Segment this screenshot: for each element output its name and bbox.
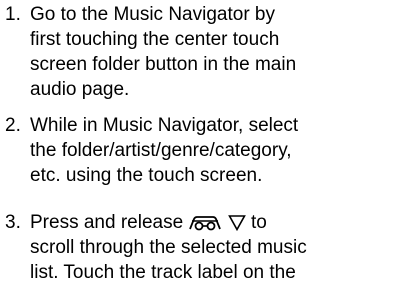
step-1-line-3: screen folder button in the main	[30, 54, 297, 75]
step-2-number: 2.	[5, 115, 21, 136]
step-1-line-1: Go to the Music Navigator by	[30, 4, 275, 25]
down-triangle-icon	[227, 215, 246, 231]
step-1-number: 1.	[5, 4, 21, 25]
step-3-line-1-before: Press and release	[30, 212, 189, 233]
step-3-line-1-after: to	[245, 212, 267, 233]
step-3-line-2: scroll through the selected music	[30, 237, 307, 258]
step-3-text: Press and release to scroll through the …	[30, 210, 398, 285]
step-2-text: While in Music Navigator, select the fol…	[30, 113, 398, 188]
steering-wheel-control-icon	[189, 216, 222, 231]
step-1-line-2: first touching the center touch	[30, 29, 280, 50]
step-1-line-4: audio page.	[30, 79, 130, 100]
step-1-text: Go to the Music Navigator by first touch…	[30, 2, 398, 102]
step-3-line-1: Press and release to	[30, 210, 398, 235]
step-2-line-2: the folder/artist/genre/category,	[30, 140, 292, 161]
step-3-number: 3.	[5, 212, 21, 233]
step-3-line-3: list. Touch the track label on the	[30, 262, 296, 283]
instruction-page: 1. Go to the Music Navigator by first to…	[0, 0, 402, 296]
step-2-line-1: While in Music Navigator, select	[30, 115, 299, 136]
step-2-line-3: etc. using the touch screen.	[30, 165, 263, 186]
